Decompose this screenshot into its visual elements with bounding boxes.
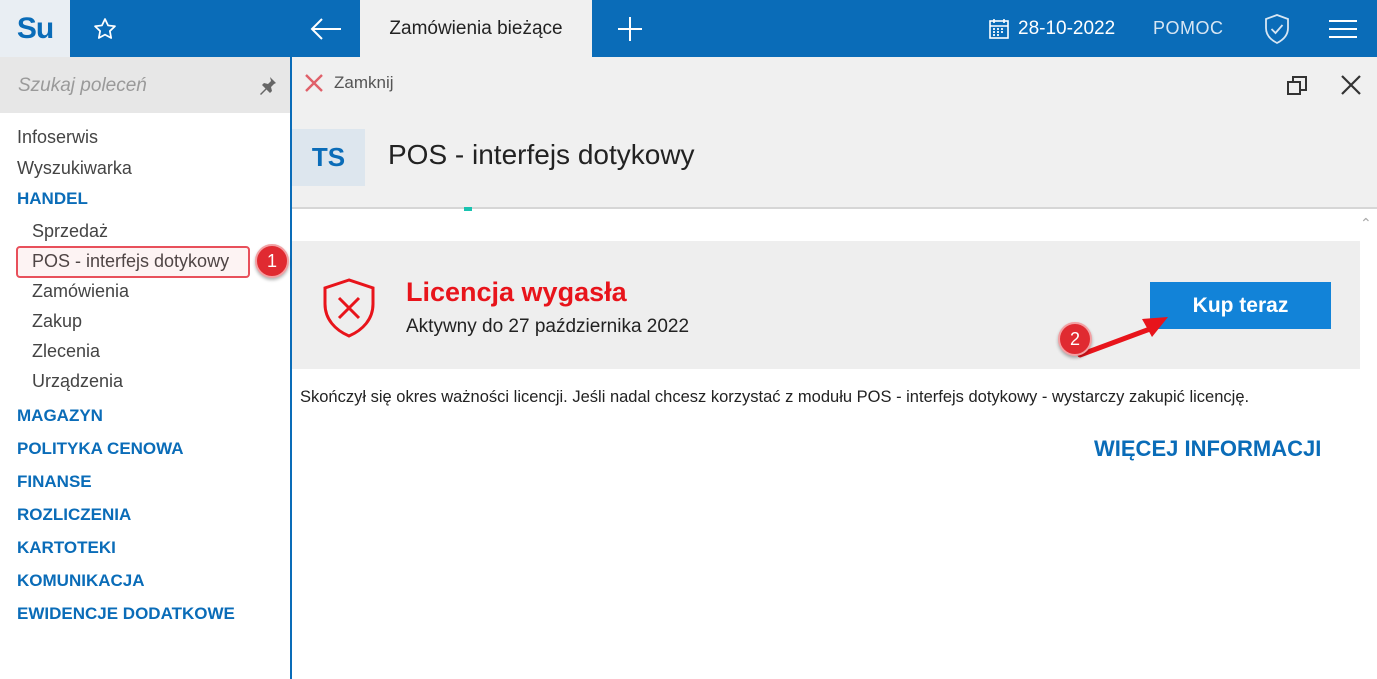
license-panel: Licencja wygasła Aktywny do 27 październ… (292, 241, 1360, 369)
sidebar-nav: Infoserwis Wyszukiwarka HANDEL Sprzedaż … (0, 123, 290, 631)
sidebar-item-sprzedaz[interactable]: Sprzedaż (0, 216, 290, 246)
sidebar-group-kartoteki[interactable]: KARTOTEKI (0, 532, 290, 565)
shield-check-icon[interactable] (1252, 0, 1302, 57)
sidebar-item-infoserwis[interactable]: Infoserwis (0, 123, 290, 154)
close-bar: Zamknij (292, 57, 1377, 113)
sidebar-group-finanse[interactable]: FINANSE (0, 466, 290, 499)
more-info-link[interactable]: WIĘCEJ INFORMACJI (1094, 436, 1321, 462)
sidebar-item-zakup[interactable]: Zakup (0, 306, 290, 336)
command-search-input[interactable] (18, 71, 248, 101)
calendar-icon (989, 18, 1009, 39)
date-display[interactable]: 28-10-2022 (988, 0, 1115, 57)
sidebar-group-komunikacja[interactable]: KOMUNIKACJA (0, 565, 290, 598)
sidebar-item-zlecenia[interactable]: Zlecenia (0, 336, 290, 366)
scroll-up-icon[interactable]: ⌃ (1360, 215, 1372, 232)
help-link[interactable]: POMOC (1153, 0, 1224, 57)
sidebar-item-zamowienia[interactable]: Zamówienia (0, 276, 290, 306)
date-text: 28-10-2022 (1018, 17, 1116, 39)
back-arrow-icon[interactable] (292, 0, 360, 57)
sidebar-group-magazyn[interactable]: MAGAZYN (0, 400, 290, 433)
module-header: TS POS - interfejs dotykowy (292, 113, 1377, 209)
close-x-icon (305, 74, 323, 92)
sidebar-item-urzadzenia[interactable]: Urządzenia (0, 366, 290, 396)
sidebar-item-pos[interactable]: POS - interfejs dotykowy (0, 246, 290, 278)
divider-accent (464, 207, 472, 211)
sidebar-group-rozliczenia[interactable]: ROZLICZENIA (0, 499, 290, 532)
command-search (0, 57, 290, 113)
tab-current-orders[interactable]: Zamówienia bieżące (360, 0, 592, 57)
hamburger-menu-icon[interactable] (1318, 0, 1368, 57)
pin-icon[interactable] (256, 75, 278, 97)
shield-error-icon (323, 278, 375, 338)
sidebar-group-ewidencje-dodatkowe[interactable]: EWIDENCJE DODATKOWE (0, 598, 290, 631)
annotation-badge-1: 1 (255, 244, 289, 278)
restore-window-icon[interactable] (1286, 75, 1308, 97)
close-window-icon[interactable] (1340, 74, 1362, 96)
license-description: Skończył się okres ważności licencji. Je… (300, 388, 1250, 406)
sidebar-group-handel[interactable]: HANDEL (0, 185, 290, 216)
top-bar: Su Zamówienia bieżące 28-10-2022 POMOC (0, 0, 1377, 57)
license-expired-title: Licencja wygasła (406, 277, 627, 307)
close-button[interactable]: Zamknij (304, 73, 394, 93)
close-label: Zamknij (334, 73, 394, 92)
favorites-star-icon[interactable] (70, 0, 140, 57)
license-active-until: Aktywny do 27 października 2022 (406, 316, 690, 337)
sidebar-group-polityka-cenowa[interactable]: POLITYKA CENOWA (0, 433, 290, 466)
app-logo[interactable]: Su (0, 0, 70, 57)
sidebar: Infoserwis Wyszukiwarka HANDEL Sprzedaż … (0, 57, 292, 679)
sidebar-item-pos-label: POS - interfejs dotykowy (32, 251, 230, 271)
annotation-badge-2: 2 (1058, 322, 1092, 356)
sidebar-item-wyszukiwarka[interactable]: Wyszukiwarka (0, 154, 290, 185)
module-code-badge: TS (292, 129, 365, 186)
page-title: POS - interfejs dotykowy (388, 139, 695, 170)
add-tab-plus-icon[interactable] (596, 0, 664, 57)
header-divider (292, 207, 1377, 209)
main-panel: Zamknij TS POS - interfejs dotykowy ⌃ Li… (292, 57, 1377, 679)
buy-now-button[interactable]: Kup teraz (1150, 282, 1331, 329)
